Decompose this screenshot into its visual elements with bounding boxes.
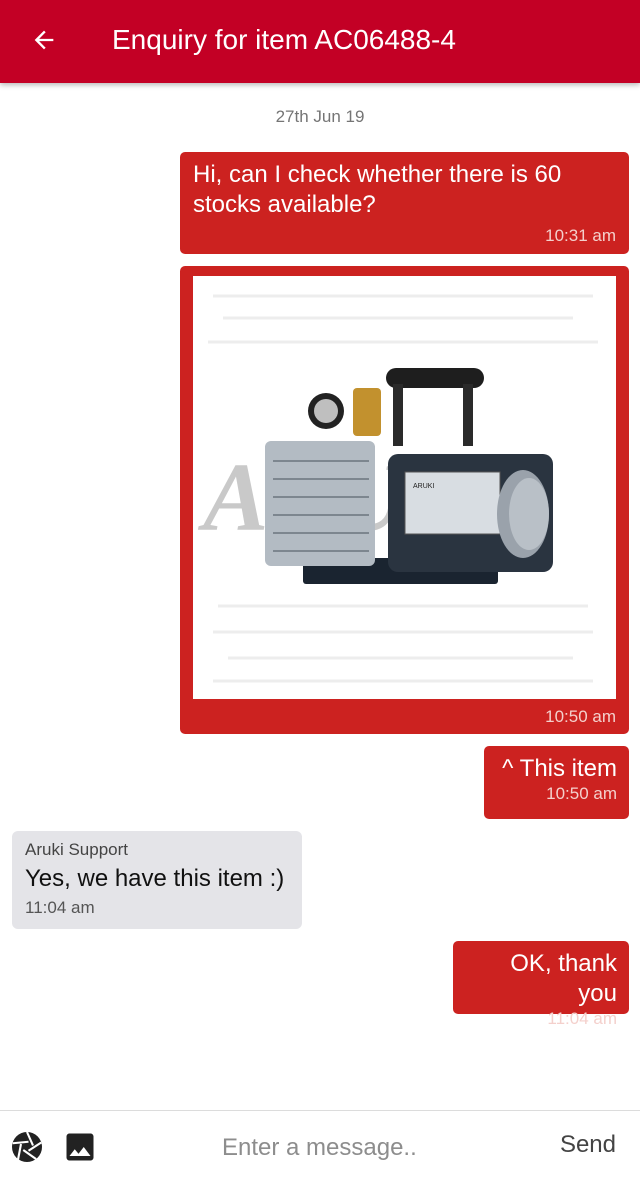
back-button[interactable] — [22, 18, 66, 62]
message-text: Yes, we have this item :) — [25, 865, 285, 892]
message-time: 11:04 am — [25, 898, 95, 917]
message-outgoing[interactable]: OK, thank you 11:04 am — [453, 941, 629, 1028]
camera-button[interactable] — [9, 1129, 45, 1165]
message-time: 10:50 am — [545, 707, 616, 726]
message-outgoing[interactable]: ^ This item 10:50 am — [484, 746, 629, 819]
svg-text:ARUKI: ARUKI — [413, 483, 434, 490]
gallery-button[interactable] — [62, 1129, 98, 1165]
image-icon — [66, 1133, 94, 1161]
message-outgoing[interactable]: Hi, can I check whether there is 60 stoc… — [180, 152, 629, 254]
message-outgoing-image[interactable]: ARUKI ARUKI — [180, 266, 629, 734]
message-text: OK, thank you — [510, 950, 617, 1007]
sender-name: Aruki Support — [25, 840, 128, 859]
app-header: Enquiry for item AC06488-4 — [0, 0, 640, 83]
vacuum-pump-image: ARUKI ARUKI — [193, 276, 616, 699]
message-text: Hi, can I check whether there is 60 stoc… — [193, 161, 562, 218]
camera-aperture-icon — [12, 1131, 42, 1162]
message-composer: Send — [0, 1110, 640, 1184]
arrow-left-icon — [34, 30, 54, 50]
product-image[interactable]: ARUKI ARUKI — [193, 276, 616, 699]
date-separator: 27th Jun 19 — [275, 107, 365, 126]
message-time: 10:50 am — [546, 784, 617, 803]
message-input[interactable] — [210, 1129, 510, 1167]
message-time: 10:31 am — [545, 226, 616, 245]
page-title: Enquiry for item AC06488-4 — [112, 24, 456, 55]
message-time: 11:04 am — [547, 1009, 617, 1028]
send-button[interactable]: Send — [560, 1131, 616, 1159]
message-text: ^ This item — [502, 755, 617, 782]
message-incoming[interactable]: Aruki Support Yes, we have this item :) … — [12, 831, 302, 929]
